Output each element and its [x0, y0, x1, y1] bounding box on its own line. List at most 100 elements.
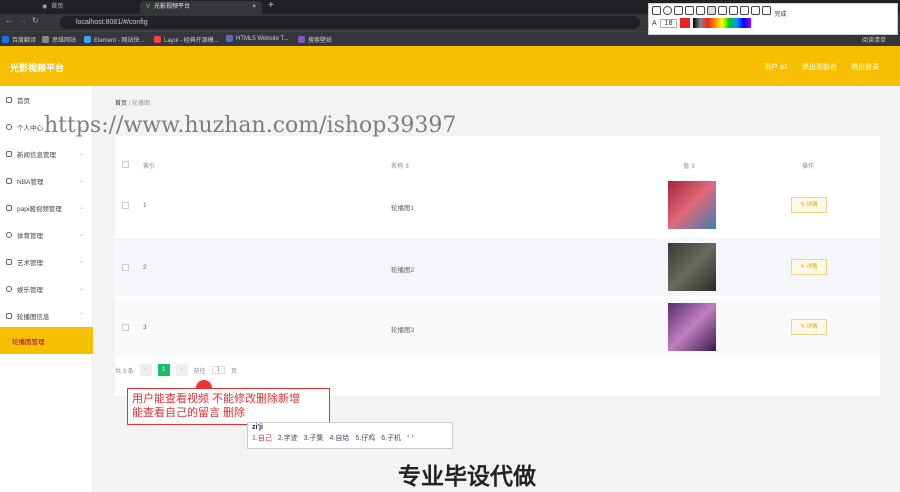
ime-candidate[interactable]: 4.自给 — [330, 433, 350, 443]
detail-button[interactable]: ✎ 详情 — [791, 319, 827, 335]
carousel-image-thumb[interactable] — [668, 181, 716, 229]
reload-icon[interactable]: ↻ — [32, 16, 39, 25]
sidebar: 首页 个人中心 ⌄ 新闻信息管理 ⌄ NBA管理 ⌄ papi酱视频管理 ⌄ 体育管理 ⌄… — [0, 86, 93, 492]
cell-name: 轮播图1 — [391, 205, 415, 212]
arrow-icon[interactable] — [674, 6, 683, 15]
table-row: 2 轮播图2 ✎ 详情 — [115, 238, 880, 296]
pen-icon[interactable] — [685, 6, 694, 15]
v-logo-icon: V — [146, 4, 151, 10]
ime-candidate[interactable]: 5.仔鸡 — [355, 433, 375, 443]
detail-button[interactable]: ✎ 详情 — [791, 259, 827, 275]
prev-page-button[interactable]: ‹ — [139, 364, 152, 376]
bookmark[interactable]: HTML5 Website T... — [226, 35, 288, 42]
edit-icon: ✎ — [800, 202, 806, 208]
row-checkbox[interactable] — [122, 202, 129, 209]
sidebar-item-entertainment[interactable]: 娱乐管理 ⌄ — [0, 275, 93, 302]
ime-candidate[interactable]: 6.子机 — [381, 433, 401, 443]
sort-icon: ⇕ — [404, 164, 410, 170]
table-card: 索引 名称 ⇕ 值 ⇕ 操作 1 轮播图1 ✎ 详情 2 轮播图2 ✎ 详情 3… — [115, 136, 880, 396]
carousel-image-thumb[interactable] — [668, 243, 716, 291]
browser-tab-active[interactable]: V 光影视频平台 × — [140, 1, 262, 14]
detail-button[interactable]: ✎ 详情 — [791, 197, 827, 213]
ellipse-icon[interactable] — [663, 6, 672, 15]
close-icon[interactable]: × — [252, 1, 256, 14]
bookmark[interactable]: Element - 网站快... — [84, 35, 144, 44]
bookmark[interactable]: 百度翻译 — [2, 35, 36, 44]
row-checkbox[interactable] — [122, 324, 129, 331]
ime-candidate[interactable]: 3.子集 — [304, 433, 324, 443]
finish-button[interactable]: 完成 — [775, 12, 787, 18]
news-icon — [6, 150, 12, 157]
user-icon — [6, 123, 12, 130]
sidebar-item-news[interactable]: 新闻信息管理 ⌄ — [0, 140, 93, 167]
undo-icon[interactable] — [718, 6, 727, 15]
goto-page-input[interactable]: 1 — [211, 366, 226, 374]
sidebar-item-papi[interactable]: papi酱视频管理 ⌄ — [0, 194, 93, 221]
mosaic-icon[interactable] — [696, 6, 705, 15]
breadcrumb-home[interactable]: 首页 — [115, 101, 127, 107]
annotation-line: 用户能查看视频 不能修改删除新增 — [132, 393, 301, 405]
palette-icon — [6, 258, 12, 265]
sidebar-item-nba[interactable]: NBA管理 ⌄ — [0, 167, 93, 194]
logout-link[interactable]: 退出登录 — [851, 62, 879, 72]
new-tab-icon[interactable]: + — [268, 0, 274, 11]
cell-name: 轮播图2 — [391, 267, 415, 274]
col-value[interactable]: 值 ⇕ — [683, 161, 696, 170]
reading-list[interactable]: 阅读清单 — [862, 35, 886, 44]
copy-icon[interactable] — [751, 6, 760, 15]
color-palette[interactable] — [693, 18, 752, 28]
home-icon — [6, 96, 12, 103]
chevron-down-icon: ⌄ — [79, 151, 85, 157]
ime-candidate[interactable]: 2.字迹 — [278, 433, 298, 443]
watermark-text: https://www.huzhan.com/ishop39397 — [44, 113, 457, 138]
exit-to-front-link[interactable]: 退出到前台 — [802, 62, 837, 72]
cell-index: 2 — [143, 264, 147, 271]
annotation-line: 能查看自己的留言 删除 — [132, 407, 246, 419]
goto-label: 前往 — [193, 368, 206, 375]
back-icon[interactable]: ← — [5, 16, 13, 25]
font-size-select[interactable]: 18 — [659, 18, 678, 28]
sidebar-item-carousel-info[interactable]: 轮播图信息 ⌃ — [0, 302, 93, 329]
rect-icon[interactable] — [652, 6, 661, 15]
col-actions: 操作 — [802, 164, 815, 170]
chevron-down-icon: ⌄ — [79, 178, 85, 184]
page-unit-label: 页 — [231, 368, 238, 375]
image-icon — [6, 312, 12, 319]
pin-icon[interactable] — [740, 6, 749, 15]
browser-tab[interactable]: ◉ 首页 — [36, 1, 136, 14]
table-row: 3 轮播图3 ✎ 详情 — [115, 298, 880, 356]
sidebar-item-sports[interactable]: 体育管理 ⌄ — [0, 221, 93, 248]
style-row: A 18 — [649, 17, 897, 29]
chevron-down-icon: ⌄ — [79, 286, 85, 292]
select-all-checkbox[interactable] — [122, 161, 129, 168]
cell-index: 3 — [143, 324, 147, 331]
edit-icon: ✎ — [800, 324, 806, 330]
sidebar-item-art[interactable]: 艺术管理 ⌄ — [0, 248, 93, 275]
bookmark[interactable]: Layui - 经典开源模... — [154, 35, 219, 44]
color-swatch-selected[interactable] — [680, 18, 691, 28]
ball-icon — [6, 231, 12, 238]
page-button[interactable]: 1 — [157, 364, 170, 376]
ime-arrows-icon[interactable]: ‹ › — [407, 433, 414, 443]
sidebar-item-carousel-manage[interactable]: 轮播图管理 — [0, 327, 93, 354]
col-name[interactable]: 名称 ⇕ — [391, 161, 410, 170]
text-icon[interactable] — [707, 6, 716, 15]
url-input[interactable]: localhost:8081/#/config — [60, 16, 640, 29]
next-page-button[interactable]: › — [175, 364, 188, 376]
forward-icon[interactable]: → — [19, 16, 27, 25]
bookmark[interactable]: 思维网站 — [42, 35, 76, 44]
ime-candidates: 1.自己 2.字迹 3.子集 4.自给 5.仔鸡 6.子机 ‹ › — [248, 432, 452, 444]
pagination-total: 共 3 条 — [115, 368, 134, 375]
screenshot-toolbar: 完成 A 18 — [648, 3, 898, 35]
close-icon[interactable] — [762, 6, 771, 15]
chevron-down-icon: ⌄ — [79, 232, 85, 238]
ime-candidate[interactable]: 1.自己 — [252, 433, 272, 443]
save-icon[interactable] — [729, 6, 738, 15]
sidebar-item-home[interactable]: 首页 — [0, 86, 93, 113]
app-header: 光影视频平台 用户 a1 退出到前台 退出登录 — [0, 46, 900, 86]
smile-icon — [6, 285, 12, 292]
font-icon: A — [652, 19, 657, 27]
row-checkbox[interactable] — [122, 264, 129, 271]
carousel-image-thumb[interactable] — [668, 303, 716, 351]
bookmark[interactable]: 搜索壁纸 — [298, 35, 332, 44]
